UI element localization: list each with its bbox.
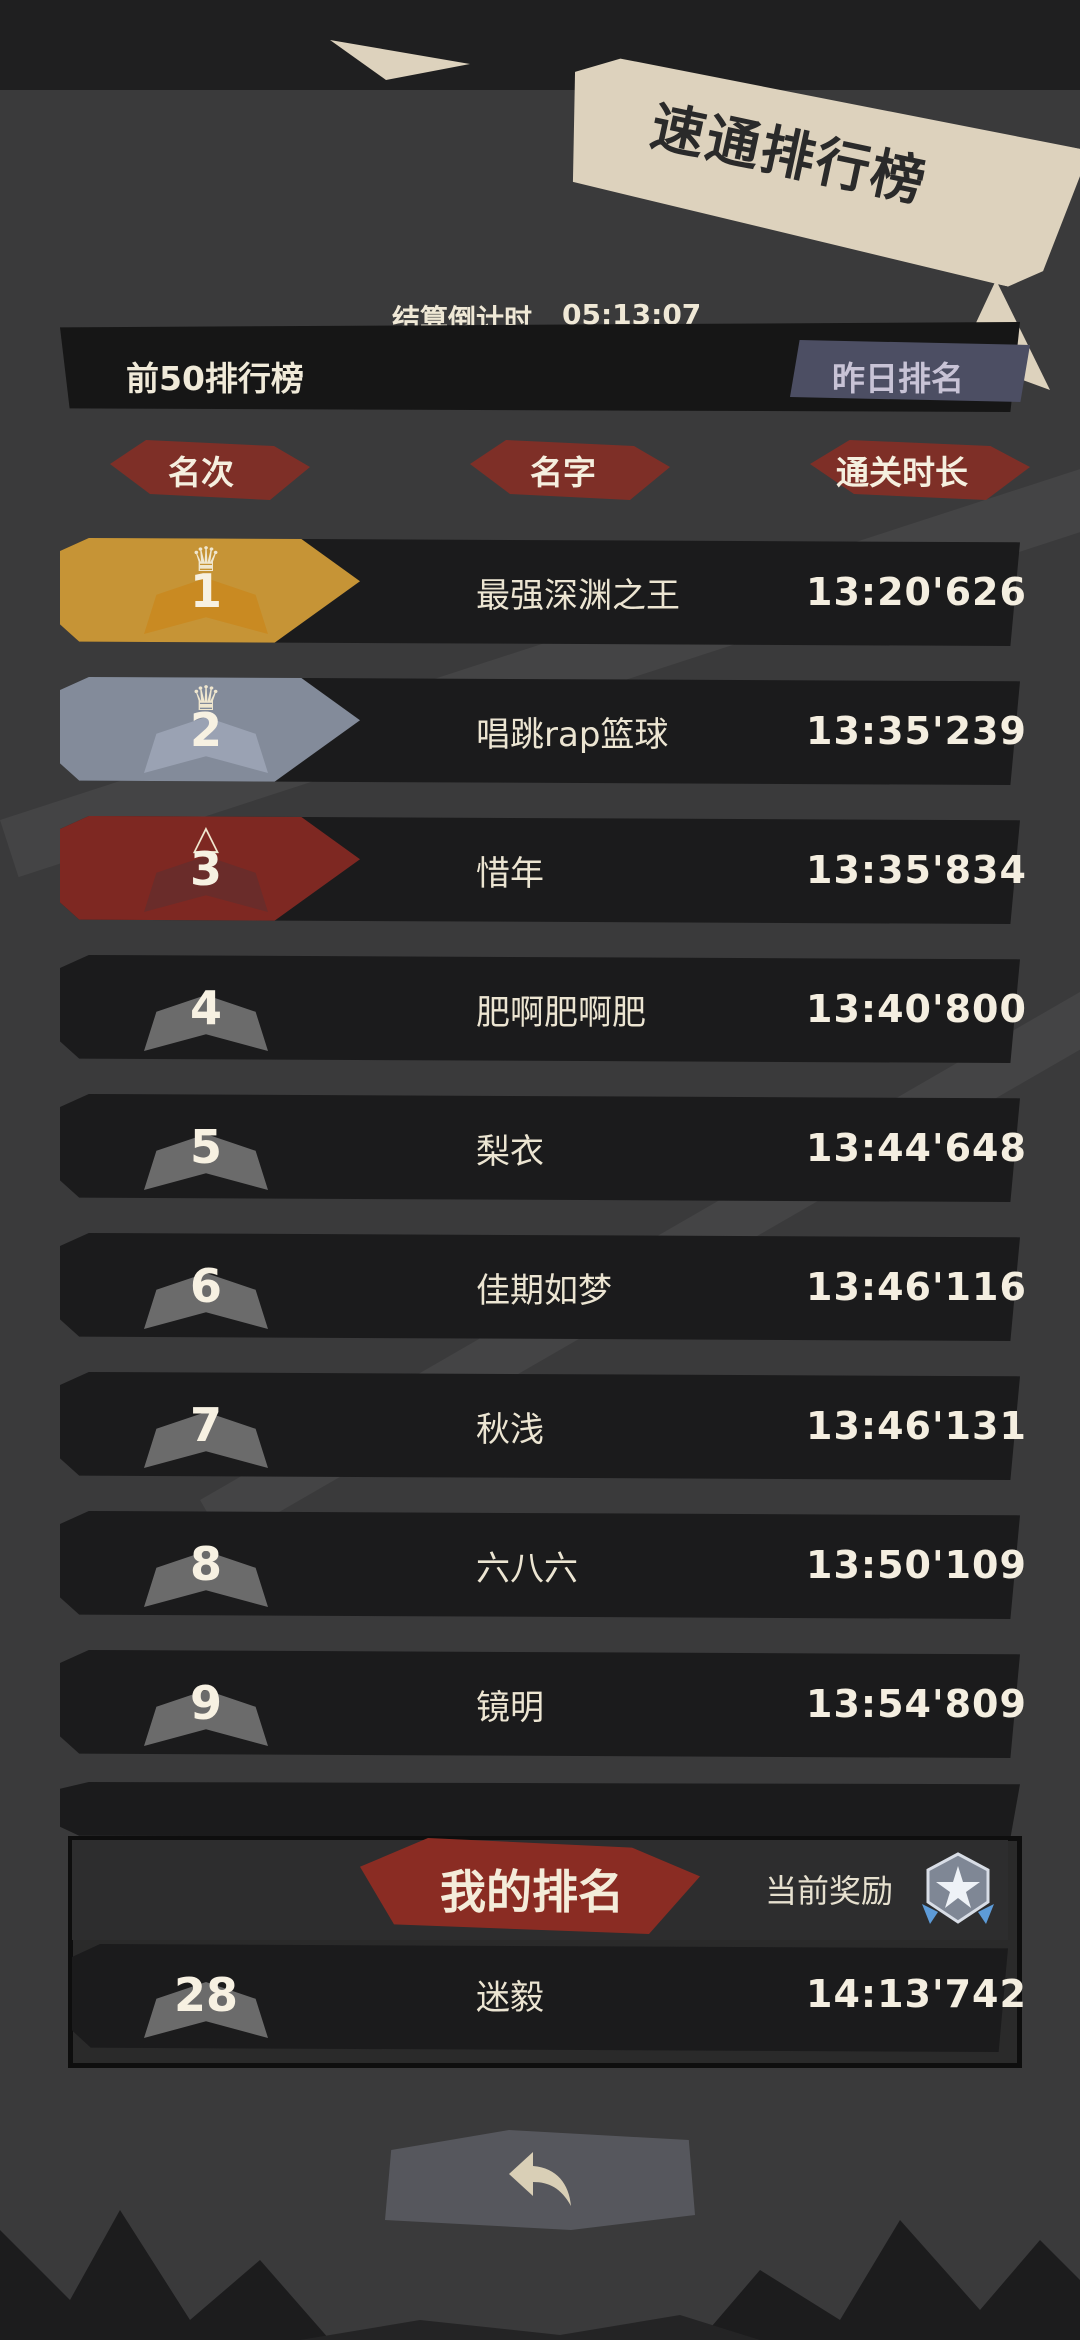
rank-number: 8 bbox=[189, 1537, 222, 1591]
silver-star-badge-icon[interactable] bbox=[918, 1852, 998, 1926]
top-dark-band bbox=[0, 0, 1080, 90]
my-rank-time: 14:13'742 bbox=[806, 1972, 1027, 2016]
column-header-name: 名字 bbox=[530, 453, 596, 492]
current-reward-label: 当前奖励 bbox=[765, 1872, 894, 1910]
player-name: 镜明 bbox=[476, 1688, 544, 1728]
clear-time: 13:35'834 bbox=[806, 848, 1027, 892]
clear-time: 13:20'626 bbox=[806, 570, 1027, 614]
bottom-decoration bbox=[0, 2210, 1080, 2340]
rank-number: 2 bbox=[189, 703, 222, 757]
player-name: 最强深渊之王 bbox=[476, 576, 680, 616]
rank-number: 5 bbox=[189, 1120, 222, 1174]
column-header-time: 通关时长 bbox=[836, 453, 968, 492]
clear-time: 13:40'800 bbox=[806, 987, 1027, 1031]
rank-number: 9 bbox=[189, 1676, 222, 1730]
player-name: 秋浅 bbox=[476, 1410, 544, 1450]
player-name: 六八六 bbox=[476, 1549, 578, 1589]
rank-number: 6 bbox=[189, 1259, 222, 1313]
player-name: 佳期如梦 bbox=[476, 1271, 612, 1311]
rank-number: 3 bbox=[189, 842, 222, 896]
rank-number: 1 bbox=[189, 564, 222, 618]
rank-number: 7 bbox=[189, 1398, 222, 1452]
clear-time: 13:46'116 bbox=[806, 1265, 1027, 1309]
clear-time: 13:44'648 bbox=[806, 1126, 1027, 1170]
my-rank-name: 迷毅 bbox=[476, 1978, 544, 2018]
table-row-partial bbox=[60, 1782, 1020, 1838]
rank-number: 4 bbox=[189, 981, 222, 1035]
column-header-rank: 名次 bbox=[168, 453, 234, 492]
player-name: 梨衣 bbox=[476, 1132, 544, 1172]
clear-time: 13:35'239 bbox=[806, 709, 1027, 753]
clear-time: 13:54'809 bbox=[806, 1682, 1027, 1726]
my-rank-title: 我的排名 bbox=[440, 1865, 624, 1919]
player-name: 肥啊肥啊肥 bbox=[476, 993, 646, 1033]
player-name: 唱跳rap篮球 bbox=[476, 715, 669, 755]
clear-time: 13:46'131 bbox=[806, 1404, 1027, 1448]
player-name: 惜年 bbox=[476, 854, 544, 894]
top50-label: 前50排行榜 bbox=[126, 359, 304, 398]
my-rank-number: 28 bbox=[173, 1968, 238, 2022]
clear-time: 13:50'109 bbox=[806, 1543, 1027, 1587]
yesterday-ranking-label[interactable]: 昨日排名 bbox=[832, 352, 964, 400]
